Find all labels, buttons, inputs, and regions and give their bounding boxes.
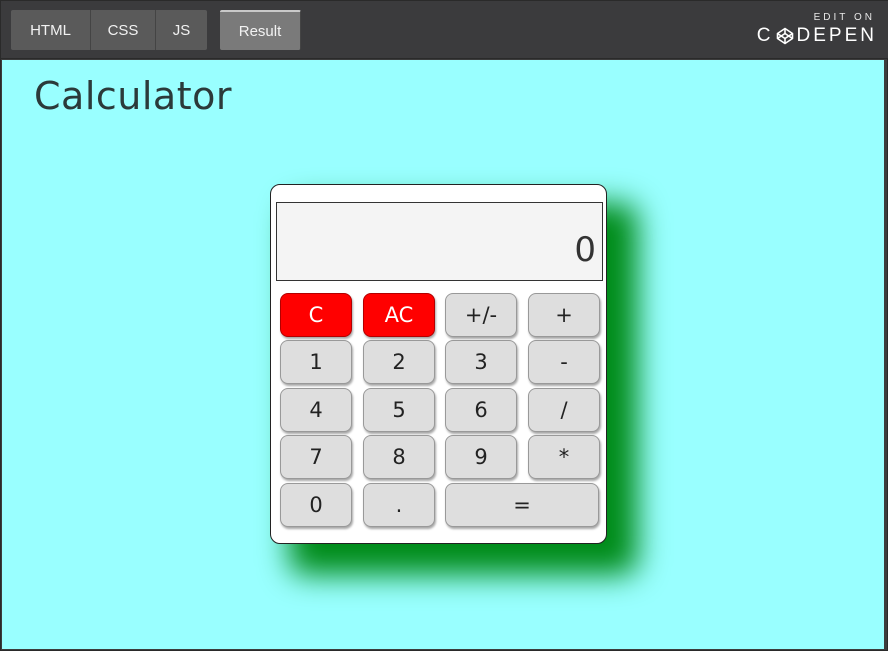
digit-9-button[interactable]: 9 (445, 435, 517, 479)
page-title: Calculator (34, 74, 232, 118)
edit-on-codepen-link[interactable]: EDIT ON C DEPEN (757, 11, 877, 47)
tab-js[interactable]: JS (156, 10, 207, 50)
clear-button[interactable]: C (280, 293, 352, 337)
multiply-button[interactable]: * (528, 435, 600, 479)
digit-3-button[interactable]: 3 (445, 340, 517, 384)
display-value: 0 (574, 230, 596, 270)
result-viewport: Calculator 0 C AC +/- + 1 2 3 - 4 5 6 / … (2, 60, 884, 649)
all-clear-button[interactable]: AC (363, 293, 435, 337)
digit-2-button[interactable]: 2 (363, 340, 435, 384)
digit-6-button[interactable]: 6 (445, 388, 517, 432)
calculator-display: 0 (276, 202, 603, 281)
calculator: 0 C AC +/- + 1 2 3 - 4 5 6 / 7 8 9 * 0 . (270, 184, 607, 544)
codepen-logo: C DEPEN (757, 25, 877, 47)
codepen-cube-icon (776, 27, 793, 45)
tab-group: HTML CSS JS (11, 10, 207, 50)
digit-1-button[interactable]: 1 (280, 340, 352, 384)
divide-button[interactable]: / (528, 388, 600, 432)
edit-on-label: EDIT ON (813, 12, 875, 23)
digit-7-button[interactable]: 7 (280, 435, 352, 479)
minus-button[interactable]: - (528, 340, 600, 384)
plus-button[interactable]: + (528, 293, 600, 337)
codepen-embed: HTML CSS JS Result EDIT ON C DEPEN Calcu… (0, 0, 888, 651)
digit-8-button[interactable]: 8 (363, 435, 435, 479)
negate-button[interactable]: +/- (445, 293, 517, 337)
tab-html[interactable]: HTML (11, 10, 91, 50)
tab-result[interactable]: Result (220, 10, 301, 50)
editor-toolbar: HTML CSS JS Result EDIT ON C DEPEN (1, 1, 888, 59)
digit-5-button[interactable]: 5 (363, 388, 435, 432)
codepen-logo-text: DEPEN (796, 25, 877, 46)
codepen-logo-c: C (756, 25, 774, 46)
digit-4-button[interactable]: 4 (280, 388, 352, 432)
equals-button[interactable]: = (445, 483, 599, 527)
digit-0-button[interactable]: 0 (280, 483, 352, 527)
decimal-button[interactable]: . (363, 483, 435, 527)
tab-css[interactable]: CSS (91, 10, 156, 50)
